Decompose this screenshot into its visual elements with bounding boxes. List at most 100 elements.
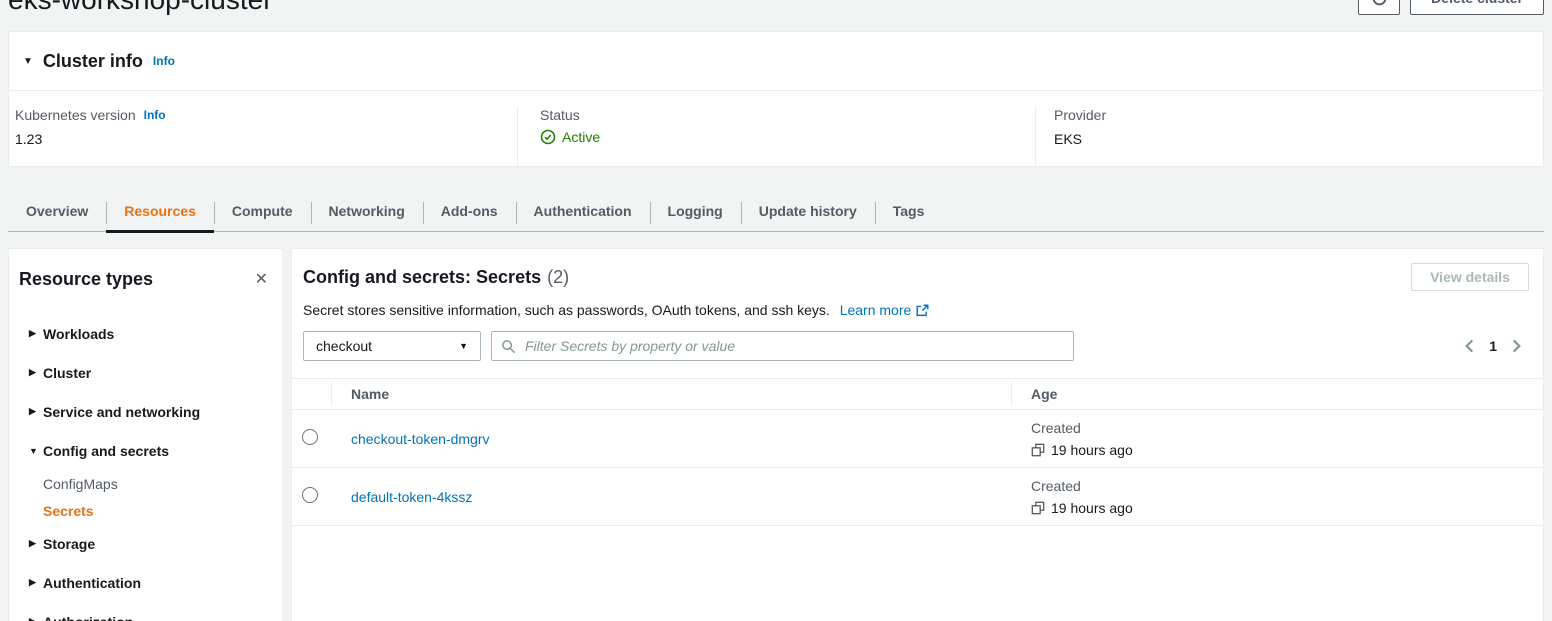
sidebar-item-configmaps[interactable]: ConfigMaps (9, 470, 282, 497)
sidebar-item-cluster[interactable]: ▶ Cluster (9, 353, 282, 392)
radio-button[interactable] (302, 429, 318, 445)
radio-button[interactable] (302, 487, 318, 503)
selection-cell (292, 487, 331, 506)
status-text: Active (562, 129, 600, 145)
age-time: 19 hours ago (1051, 442, 1133, 458)
next-page-button[interactable] (1512, 339, 1521, 353)
table-row: checkout-token-dmgrv Created 19 hours ag… (292, 410, 1543, 468)
field-value: 1.23 (15, 131, 517, 147)
status-active-icon (540, 129, 556, 145)
field-label: Status (540, 107, 580, 123)
previous-page-button[interactable] (1465, 339, 1474, 353)
chevron-right-icon: ▶ (29, 577, 43, 588)
chevron-down-icon: ▼ (29, 446, 43, 456)
close-icon[interactable]: ✕ (255, 272, 268, 288)
search-input[interactable] (523, 337, 1064, 355)
resource-types-header: Resource types ✕ (9, 249, 282, 290)
info-link[interactable]: Info (144, 108, 166, 122)
cluster-info-header[interactable]: ▼ Cluster info Info (9, 32, 1543, 90)
field-kubernetes-version: Kubernetes version Info 1.23 (9, 107, 517, 166)
tab-bar: Overview Resources Compute Networking Ad… (8, 193, 1544, 232)
tab-overview[interactable]: Overview (8, 193, 106, 231)
sidebar-item-service-and-networking[interactable]: ▶ Service and networking (9, 392, 282, 431)
refresh-button[interactable] (1358, 0, 1400, 15)
tab-logging[interactable]: Logging (650, 193, 741, 231)
learn-more-text: Learn more (840, 302, 912, 318)
selection-cell (292, 429, 331, 448)
sidebar-item-label: Authentication (43, 575, 141, 591)
table-row: default-token-4kssz Created 19 hours ago (292, 468, 1543, 526)
secrets-description: Secret stores sensitive information, suc… (292, 302, 1543, 318)
sidebar-item-label: Service and networking (43, 404, 200, 420)
cluster-info-title: Cluster info (43, 51, 143, 72)
eks-cluster-page: eks-workshop-cluster Delete cluster ▼ Cl… (0, 0, 1552, 621)
info-link[interactable]: Info (153, 54, 175, 68)
secret-link[interactable]: default-token-4kssz (351, 489, 472, 505)
tab-authentication[interactable]: Authentication (516, 193, 650, 231)
tab-networking[interactable]: Networking (311, 193, 423, 231)
sidebar-item-authorization[interactable]: ▶ Authorization (9, 602, 282, 621)
refresh-icon (1371, 0, 1388, 7)
sidebar-item-config-and-secrets[interactable]: ▼ Config and secrets (9, 431, 282, 470)
field-label: Kubernetes version (15, 107, 136, 123)
description-text: Secret stores sensitive information, suc… (303, 302, 830, 318)
column-header-name[interactable]: Name (331, 386, 1011, 402)
search-icon (501, 339, 516, 354)
age-time: 19 hours ago (1051, 500, 1133, 516)
age-created-label: Created (1031, 478, 1543, 494)
secret-link[interactable]: checkout-token-dmgrv (351, 431, 490, 447)
page-title: eks-workshop-cluster (8, 0, 273, 16)
status-badge: Active (540, 129, 1035, 145)
chevron-right-icon: ▶ (29, 538, 43, 549)
delete-cluster-button[interactable]: Delete cluster (1410, 0, 1544, 15)
pagination: 1 (1465, 338, 1521, 354)
view-details-button[interactable]: View details (1411, 263, 1529, 291)
tab-update-history[interactable]: Update history (741, 193, 875, 231)
column-header-age[interactable]: Age (1011, 386, 1543, 402)
sidebar-item-secrets[interactable]: Secrets (9, 497, 282, 524)
learn-more-link[interactable]: Learn more (840, 302, 930, 318)
filter-dropdown[interactable]: checkout ▼ (303, 331, 481, 361)
chevron-right-icon: ▶ (29, 616, 43, 621)
external-link-icon (916, 304, 929, 317)
sidebar-item-label: Workloads (43, 326, 114, 342)
sidebar-item-label: Cluster (43, 365, 91, 381)
chevron-down-icon: ▼ (23, 56, 33, 67)
config-and-secrets-children: ConfigMaps Secrets (9, 470, 282, 524)
secrets-count: (2) (547, 267, 569, 287)
resource-types-title: Resource types (19, 269, 153, 290)
chevron-right-icon: ▶ (29, 367, 43, 378)
tab-compute[interactable]: Compute (214, 193, 311, 231)
secrets-panel: Config and secrets: Secrets(2) View deta… (291, 248, 1544, 621)
copy-icon[interactable] (1031, 443, 1045, 457)
name-cell: default-token-4kssz (331, 489, 1011, 505)
age-cell: Created 19 hours ago (1011, 420, 1543, 458)
tab-tags[interactable]: Tags (875, 193, 943, 231)
field-label: Provider (1054, 107, 1106, 123)
sidebar-item-storage[interactable]: ▶ Storage (9, 524, 282, 563)
sidebar-item-authentication[interactable]: ▶ Authentication (9, 563, 282, 602)
page-header: eks-workshop-cluster Delete cluster (8, 0, 1544, 31)
resource-types-list: ▶ Workloads ▶ Cluster ▶ Service and netw… (9, 314, 282, 621)
tab-resources[interactable]: Resources (106, 193, 214, 231)
current-page[interactable]: 1 (1489, 338, 1497, 354)
cluster-info-body: Kubernetes version Info 1.23 Status Acti… (9, 90, 1543, 166)
resource-types-panel: Resource types ✕ ▶ Workloads ▶ Cluster ▶… (8, 248, 283, 621)
sidebar-item-label: Authorization (43, 614, 133, 621)
tab-add-ons[interactable]: Add-ons (423, 193, 516, 231)
filter-row: checkout ▼ 1 (292, 331, 1543, 361)
search-box (491, 331, 1074, 361)
chevron-left-icon (1465, 339, 1474, 353)
field-value: EKS (1054, 131, 1543, 147)
chevron-right-icon: ▶ (29, 406, 43, 417)
content-area: Resource types ✕ ▶ Workloads ▶ Cluster ▶… (8, 248, 1544, 621)
secrets-table: Name Age checkout-token-dmgrv Created (292, 378, 1543, 526)
chevron-down-icon: ▼ (459, 341, 468, 351)
sidebar-item-workloads[interactable]: ▶ Workloads (9, 314, 282, 353)
cluster-info-section: ▼ Cluster info Info Kubernetes version I… (8, 31, 1544, 167)
dropdown-value: checkout (316, 338, 372, 354)
copy-icon[interactable] (1031, 501, 1045, 515)
field-status: Status Active (517, 107, 1035, 166)
age-cell: Created 19 hours ago (1011, 478, 1543, 516)
table-header-row: Name Age (292, 378, 1543, 410)
